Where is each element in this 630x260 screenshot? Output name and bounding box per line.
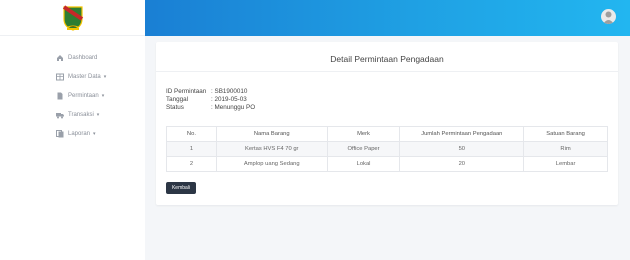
sidebar-item-label: Master Data <box>68 73 101 80</box>
file-icon <box>56 92 64 100</box>
table-row: 1 Kertas HVS F4 70 gr Office Paper 50 Ri… <box>166 141 608 157</box>
copy-icon <box>56 129 64 138</box>
logo-area <box>0 0 145 36</box>
table-cell: Lembar <box>523 156 608 172</box>
info-label: ID Permintaan <box>166 87 207 95</box>
table-cell: 50 <box>399 141 525 157</box>
sidebar-item-label: Dashboard <box>68 54 98 61</box>
sidebar-item-label: Laporan <box>68 130 91 137</box>
table-cell: Office Paper <box>326 141 401 157</box>
caret-down-icon: ▾ <box>103 73 107 80</box>
logo-crest-icon <box>62 4 83 31</box>
caret-down-icon: ▾ <box>96 111 100 118</box>
back-button[interactable]: Kembali <box>166 182 196 194</box>
info-label: Tanggal <box>166 95 189 103</box>
sidebar-item-label: Transaksi <box>68 111 94 118</box>
info-label: Status <box>166 103 184 111</box>
info-row-date: Tanggal : 2019-05-03 <box>166 95 255 103</box>
home-icon <box>56 54 64 62</box>
column-header: Satuan Barang <box>523 126 608 142</box>
divider <box>156 71 618 72</box>
sidebar: Dashboard Master Data ▾ Permintaan ▾ Tra… <box>0 0 145 260</box>
table-cell: Rim <box>523 141 608 157</box>
table-cell: Amplop uang Sedang <box>215 156 328 172</box>
caret-down-icon: ▾ <box>93 130 96 137</box>
info-value: : Menunggu PO <box>211 103 256 111</box>
table-cell: 20 <box>399 156 525 172</box>
info-row-status: Status : Menunggu PO <box>166 103 255 111</box>
top-bar <box>145 0 630 36</box>
info-value: : SB1900010 <box>211 87 248 95</box>
table-icon <box>56 73 64 81</box>
column-header: Nama Barang <box>215 126 328 142</box>
info-row-id: ID Permintaan : SB1900010 <box>166 87 255 95</box>
page-title: Detail Permintaan Pengadaan <box>330 54 444 64</box>
sidebar-item-transaksi[interactable]: Transaksi ▾ <box>0 105 145 124</box>
column-header: Jumlah Permintaan Pengadaan <box>399 126 525 142</box>
request-info: ID Permintaan : SB1900010 Tanggal : 2019… <box>166 87 255 111</box>
column-header: Merk <box>326 126 401 142</box>
sidebar-item-dashboard[interactable]: Dashboard <box>0 48 145 67</box>
column-header: No. <box>166 126 217 142</box>
sidebar-item-master-data[interactable]: Master Data ▾ <box>0 67 145 86</box>
items-table: No. Nama Barang Merk Jumlah Permintaan P… <box>166 126 608 172</box>
info-value: : 2019-05-03 <box>211 95 247 103</box>
sidebar-item-permintaan[interactable]: Permintaan ▾ <box>0 86 145 105</box>
table-row: 2 Amplop uang Sedang Lokal 20 Lembar <box>166 156 608 172</box>
detail-card: Detail Permintaan Pengadaan ID Permintaa… <box>156 42 618 205</box>
table-cell: Kertas HVS F4 70 gr <box>215 141 328 157</box>
table-cell: 1 <box>166 141 217 157</box>
caret-down-icon: ▾ <box>101 92 105 99</box>
table-cell: Lokal <box>326 156 401 172</box>
sidebar-nav: Dashboard Master Data ▾ Permintaan ▾ Tra… <box>0 48 145 143</box>
table-cell: 2 <box>166 156 217 172</box>
sidebar-item-label: Permintaan <box>68 92 99 99</box>
sidebar-item-laporan[interactable]: Laporan ▾ <box>0 124 145 143</box>
table-header-row: No. Nama Barang Merk Jumlah Permintaan P… <box>166 126 608 142</box>
truck-icon <box>56 111 64 119</box>
user-avatar-icon[interactable] <box>601 9 616 24</box>
